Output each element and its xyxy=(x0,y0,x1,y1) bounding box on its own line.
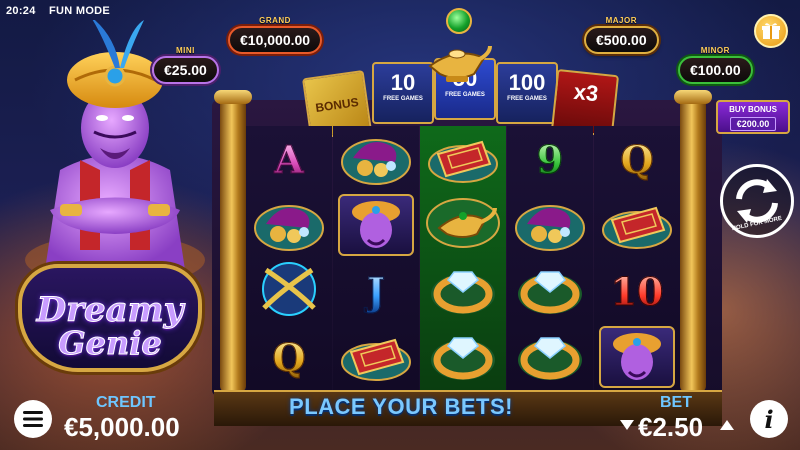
banner-100-caption: FREE GAMES xyxy=(507,96,547,102)
reel-cell xyxy=(507,192,593,258)
left-pillar xyxy=(214,90,252,392)
banner-100-value: 100 xyxy=(508,70,546,95)
jackpot-major-value: €500.00 xyxy=(584,26,659,54)
ring-icon xyxy=(426,326,500,389)
reel-cell: Q xyxy=(246,324,332,390)
reel-cell: Q xyxy=(594,126,680,192)
symbol-q-label: Q xyxy=(620,136,654,182)
bet-increase-icon[interactable] xyxy=(720,420,734,430)
logo-text-line2: Genie xyxy=(58,324,162,363)
bet-decrease-icon[interactable] xyxy=(620,420,634,430)
reel-4: 9 xyxy=(507,126,593,390)
menu-button[interactable] xyxy=(14,400,52,438)
scimitars-icon xyxy=(252,260,326,323)
banner-multiplier-value: x3 xyxy=(572,78,600,107)
reel-cell xyxy=(246,258,332,324)
lamp-icon xyxy=(423,192,503,259)
bet-value: €2.50 xyxy=(638,412,704,442)
reel-cell xyxy=(594,192,680,258)
ring-icon xyxy=(513,260,587,323)
magic-carpet-icon xyxy=(339,326,413,389)
credit-value: €5,000.00 xyxy=(64,412,180,442)
treasure-icon xyxy=(513,194,587,257)
reel-cell: J xyxy=(333,258,419,324)
jackpot-grand-label: GRAND xyxy=(259,16,291,25)
jackpot-major-label: MAJOR xyxy=(605,16,637,25)
buy-bonus-button[interactable]: BUY BONUS €200.00 xyxy=(716,100,790,134)
hamburger-icon xyxy=(23,411,43,427)
bet-label: BET xyxy=(660,394,692,411)
reel-cell: A xyxy=(246,126,332,192)
symbol-9-label: 9 xyxy=(536,136,564,182)
genie-card-icon xyxy=(599,326,675,388)
credit-label: CREDIT xyxy=(96,394,156,411)
jackpot-minor: MINOR €100.00 xyxy=(678,46,753,84)
reel-cell xyxy=(594,324,680,390)
magic-lamp-crest-icon xyxy=(428,45,492,82)
reel-cell xyxy=(246,192,332,258)
ring-icon xyxy=(513,326,587,389)
banner-10-caption: FREE GAMES xyxy=(383,96,423,102)
game-logo: Dreamy Genie xyxy=(10,250,210,380)
jackpot-grand: GRAND €10,000.00 xyxy=(228,16,323,54)
jackpot-major: MAJOR €500.00 xyxy=(584,16,659,54)
reel-5: Q 10 xyxy=(594,126,680,390)
bottom-bar: PLACE YOUR BETS! CREDIT €5,000.00 BET €2… xyxy=(0,388,800,450)
symbol-10-label: 10 xyxy=(610,268,664,314)
reel-cell xyxy=(420,192,506,258)
reel-cell xyxy=(420,126,506,192)
clock: 20:24 xyxy=(6,5,36,17)
reel-cell xyxy=(333,324,419,390)
gift-icon[interactable] xyxy=(754,14,788,48)
status-message: PLACE YOUR BETS! xyxy=(289,394,513,419)
jackpot-minor-label: MINOR xyxy=(700,46,730,55)
jackpot-mini-label: MINI xyxy=(175,46,195,55)
reel-cell: 10 xyxy=(594,258,680,324)
reel-cell xyxy=(507,258,593,324)
reel-grid: A Q J 9 Q 10 xyxy=(246,126,680,390)
magic-carpet-icon xyxy=(600,194,674,257)
buy-bonus-label: BUY BONUS xyxy=(729,105,777,114)
status-bar: 20:24 FUN MODE xyxy=(6,5,120,17)
reel-cell xyxy=(507,324,593,390)
symbol-j-label: J xyxy=(367,268,386,314)
reel-3 xyxy=(420,126,506,390)
jackpot-mini-value: €25.00 xyxy=(152,56,219,84)
genie-card-icon xyxy=(338,194,414,256)
right-pillar xyxy=(674,90,712,392)
reel-cell xyxy=(420,324,506,390)
reel-1: AQ xyxy=(246,126,332,390)
info-icon: i xyxy=(764,404,774,434)
jackpot-minor-value: €100.00 xyxy=(678,56,753,84)
magic-carpet-icon xyxy=(426,128,500,191)
symbol-a-label: A xyxy=(274,136,305,182)
jackpot-grand-value: €10,000.00 xyxy=(228,26,323,54)
game-stage: 20:24 FUN MODE Dreamy Genie GRAND €10,00… xyxy=(0,0,800,450)
mode-label: FUN MODE xyxy=(49,5,111,17)
banner-100-free-games: 100 FREE GAMES xyxy=(496,62,558,124)
reel-cell xyxy=(333,192,419,258)
spin-button[interactable]: HOLD FOR MORE xyxy=(720,164,794,238)
reel-cell xyxy=(333,126,419,192)
gift-glyph-icon xyxy=(762,23,780,39)
ring-icon xyxy=(426,260,500,323)
buy-bonus-price: €200.00 xyxy=(729,117,777,131)
reel-2: J xyxy=(333,126,419,390)
treasure-icon xyxy=(252,194,326,257)
info-button[interactable]: i xyxy=(750,400,788,438)
banner-bonus-text: BONUS xyxy=(314,95,360,115)
banner-50-caption: FREE GAMES xyxy=(445,92,485,98)
reel-cell: 9 xyxy=(507,126,593,192)
symbol-q-label: Q xyxy=(272,334,306,380)
reel-cell xyxy=(420,258,506,324)
jackpot-mini: MINI €25.00 xyxy=(152,46,219,84)
treasure-icon xyxy=(339,128,413,191)
